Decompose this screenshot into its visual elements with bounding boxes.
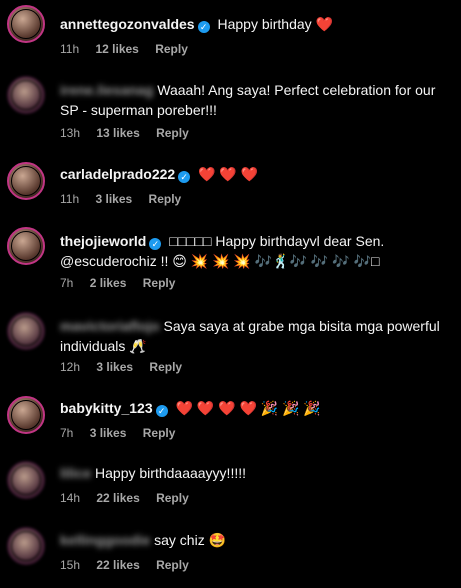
comment-time: 11h: [60, 42, 80, 56]
avatar[interactable]: [7, 5, 45, 43]
comment-list: annettegozonvaldes ✓ Happy birthday ❤️ 11…: [0, 0, 461, 588]
verified-badge-icon: ✓: [155, 405, 168, 417]
comment-likes[interactable]: 3 likes: [96, 360, 133, 374]
comment-username[interactable]: thejojieworld: [60, 233, 146, 249]
comment-time: 11h: [60, 192, 80, 206]
verified-badge-icon: ✓: [149, 238, 162, 250]
reply-button[interactable]: Reply: [143, 276, 176, 290]
comment-text: ❤️ ❤️ ❤️ ❤️ 🎉 🎉 🎉: [175, 400, 321, 416]
comment-time: 7h: [60, 426, 74, 440]
reply-button[interactable]: Reply: [149, 192, 182, 206]
avatar[interactable]: [7, 396, 45, 434]
comment-likes[interactable]: 3 likes: [95, 192, 132, 206]
verified-badge-icon: ✓: [178, 171, 191, 183]
avatar[interactable]: [7, 162, 45, 200]
comment-username[interactable]: irene.liesanag: [60, 82, 153, 98]
comment-time: 13h: [60, 126, 81, 140]
avatar[interactable]: [7, 312, 45, 350]
comment-likes[interactable]: 22 likes: [96, 558, 139, 572]
comment-text: Happy birthdaaaayyy!!!!!: [95, 465, 247, 481]
avatar[interactable]: [7, 461, 45, 499]
avatar[interactable]: [7, 527, 45, 565]
comment-likes[interactable]: 3 likes: [90, 426, 127, 440]
avatar[interactable]: [7, 76, 45, 114]
comment-username[interactable]: mavictoriaflojo: [60, 318, 160, 334]
comment-username[interactable]: annettegozonvaldes: [60, 16, 195, 32]
reply-button[interactable]: Reply: [156, 491, 189, 505]
verified-badge-icon: ✓: [197, 21, 210, 33]
comment-likes[interactable]: 12 likes: [95, 42, 138, 56]
comment-username[interactable]: babykitty_123: [60, 400, 153, 416]
reply-button[interactable]: Reply: [156, 558, 189, 572]
comment-time: 14h: [60, 491, 81, 505]
avatar[interactable]: [7, 227, 45, 265]
comment-time: 7h: [60, 276, 74, 290]
comment-likes[interactable]: 13 likes: [96, 126, 139, 140]
comment-text: Happy birthday ❤️: [217, 16, 333, 32]
reply-button[interactable]: Reply: [155, 42, 188, 56]
comment-likes[interactable]: 22 likes: [96, 491, 139, 505]
comment-text: say chiz 🤩: [154, 532, 227, 548]
comment-username[interactable]: kellinggoodie: [60, 532, 150, 548]
reply-button[interactable]: Reply: [156, 126, 189, 140]
comment-likes[interactable]: 2 likes: [90, 276, 127, 290]
comment-username[interactable]: lilice: [60, 465, 91, 481]
comment-username[interactable]: carladelprado222: [60, 166, 175, 182]
comment-time: 15h: [60, 558, 81, 572]
comment-text: ❤️ ❤️ ❤️: [198, 166, 259, 182]
reply-button[interactable]: Reply: [149, 360, 182, 374]
reply-button[interactable]: Reply: [143, 426, 176, 440]
comment-time: 12h: [60, 360, 81, 374]
